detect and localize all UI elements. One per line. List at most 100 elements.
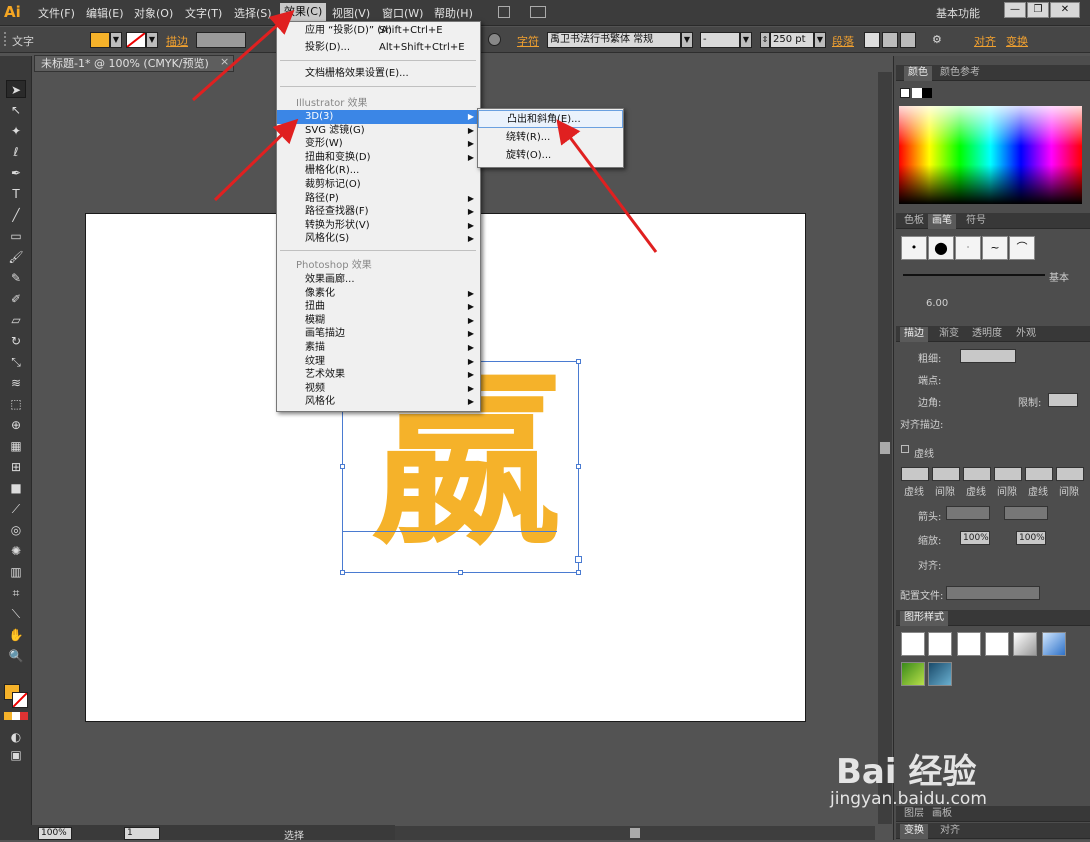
shape-builder-tool-icon[interactable]: ⊕ <box>6 416 26 434</box>
graphic-style-none[interactable] <box>928 632 952 656</box>
menu-revolve[interactable]: 绕转(R)... <box>478 129 623 147</box>
menu-effect-item[interactable]: 纹理 ▶ <box>277 355 480 369</box>
slice-tool-icon[interactable]: ⟍ <box>6 605 26 623</box>
menu-effect-item[interactable]: 扭曲和变换(D) ▶ <box>277 151 480 165</box>
menu-window[interactable]: 窗口(W) <box>382 5 423 21</box>
tab-gradient[interactable]: 渐变 <box>935 327 963 342</box>
menu-edit[interactable]: 编辑(E) <box>86 5 124 21</box>
gradient-tool-icon[interactable]: ■ <box>6 479 26 497</box>
tab-stroke[interactable]: 描边 <box>900 327 928 342</box>
font-size-input[interactable]: 250 pt <box>770 32 814 48</box>
scale-tool-icon[interactable]: ⤡ <box>6 353 26 371</box>
paragraph-link[interactable]: 段落 <box>832 33 854 49</box>
menu-raster-settings[interactable]: 文档栅格效果设置(E)... <box>277 67 480 81</box>
zoom-input[interactable]: 100% <box>38 827 72 840</box>
dash-field-1[interactable] <box>901 467 929 481</box>
tab-swatches[interactable]: 色板 <box>900 214 928 229</box>
align-center-icon[interactable] <box>882 32 898 48</box>
menu-effect-item[interactable]: 像素化 ▶ <box>277 287 480 301</box>
handle-bottom-left[interactable] <box>340 570 345 575</box>
font-style-dropdown[interactable]: ▼ <box>740 32 752 48</box>
stroke-weight-input[interactable] <box>196 32 246 48</box>
profile-dropdown[interactable] <box>946 586 1040 600</box>
brush-basic-line[interactable] <box>903 274 1045 276</box>
free-transform-tool-icon[interactable]: ⬚ <box>6 395 26 413</box>
menu-effect-item[interactable]: 效果画廊... <box>277 273 480 287</box>
eraser-tool-icon[interactable]: ▱ <box>6 311 26 329</box>
tab-graphic-styles[interactable]: 图形样式 <box>900 611 948 626</box>
workspace-switcher[interactable]: 基本功能 <box>936 5 980 21</box>
vertical-scroll-thumb[interactable] <box>880 442 890 454</box>
zoom-tool-icon[interactable]: 🔍 <box>6 647 26 665</box>
dash-field-3[interactable] <box>1025 467 1053 481</box>
menu-effect-item[interactable]: 扭曲 ▶ <box>277 300 480 314</box>
color-mode-icons[interactable] <box>4 712 28 720</box>
align-left-icon[interactable] <box>864 32 880 48</box>
color-black-icon[interactable] <box>922 88 932 98</box>
stroke-dropdown[interactable]: ▼ <box>146 32 158 48</box>
restore-button[interactable]: ❐ <box>1027 2 1049 18</box>
stroke-weight-field[interactable] <box>960 349 1016 363</box>
tab-align[interactable]: 对齐 <box>936 824 964 839</box>
direct-selection-tool-icon[interactable]: ↖ <box>6 101 26 119</box>
brush-large-dot[interactable]: ● <box>928 236 954 260</box>
perspective-grid-tool-icon[interactable]: ▦ <box>6 437 26 455</box>
menu-effect-item[interactable]: 变形(W) ▶ <box>277 137 480 151</box>
line-tool-icon[interactable]: ╱ <box>6 206 26 224</box>
menu-effect-item[interactable]: 3D(3) ▶ <box>277 110 480 124</box>
tab-appearance[interactable]: 外观 <box>1012 327 1040 342</box>
paintbrush-tool-icon[interactable]: 🖌 <box>6 248 26 266</box>
tab-close-icon[interactable]: × <box>220 55 229 68</box>
menu-last-effect[interactable]: 投影(D)... Alt+Shift+Ctrl+E <box>277 41 480 55</box>
tab-layers[interactable]: 图层 <box>900 807 928 822</box>
tab-transparency[interactable]: 透明度 <box>968 327 1006 342</box>
stroke-swatch[interactable] <box>126 32 146 48</box>
brush-tiny-dot[interactable]: · <box>955 236 981 260</box>
color-white-icon[interactable] <box>912 88 922 98</box>
handle-top-right[interactable] <box>576 359 581 364</box>
menu-effect-item[interactable]: 风格化(S) ▶ <box>277 232 480 246</box>
graphic-style-gradient[interactable] <box>1013 632 1037 656</box>
rectangle-tool-icon[interactable]: ▭ <box>6 227 26 245</box>
graphic-style-teal[interactable] <box>928 662 952 686</box>
menu-rotate[interactable]: 旋转(O)... <box>478 147 623 165</box>
lasso-tool-icon[interactable]: ℓ <box>6 143 26 161</box>
menu-effect-item[interactable]: 模糊 ▶ <box>277 314 480 328</box>
arrowhead-end-dropdown[interactable] <box>1004 506 1048 520</box>
pencil-tool-icon[interactable]: ✎ <box>6 269 26 287</box>
character-link[interactable]: 字符 <box>517 33 539 49</box>
menu-file[interactable]: 文件(F) <box>38 5 75 21</box>
font-style-input[interactable]: - <box>700 32 740 48</box>
close-button[interactable]: ✕ <box>1050 2 1080 18</box>
tab-brushes[interactable]: 画笔 <box>928 214 956 229</box>
brush-small-dot[interactable]: • <box>901 236 927 260</box>
menu-effect-item[interactable]: SVG 滤镜(G) ▶ <box>277 124 480 138</box>
menu-effect-item[interactable]: 裁剪标记(O) <box>277 178 480 192</box>
tab-color-guide[interactable]: 颜色参考 <box>936 66 984 81</box>
menu-effect-item[interactable]: 素描 ▶ <box>277 341 480 355</box>
mesh-tool-icon[interactable]: ⊞ <box>6 458 26 476</box>
color-fill-icon[interactable] <box>900 88 910 98</box>
drawing-mode-icon[interactable]: ◐ <box>6 728 26 746</box>
menu-effect-item[interactable]: 路径(P) ▶ <box>277 192 480 206</box>
menu-extrude-bevel[interactable]: 凸出和斜角(E)... <box>478 110 623 128</box>
font-size-stepper[interactable]: ⇕ <box>760 32 770 48</box>
tab-transform[interactable]: 变换 <box>900 824 928 839</box>
menu-effect-item[interactable]: 画笔描边 ▶ <box>277 327 480 341</box>
align-right-icon[interactable] <box>900 32 916 48</box>
handle-right[interactable] <box>576 464 581 469</box>
handle-bottom-right[interactable] <box>576 570 581 575</box>
menu-effect-item[interactable]: 栅格化(R)... <box>277 164 480 178</box>
transform-link[interactable]: 变换 <box>1006 33 1028 49</box>
blend-tool-icon[interactable]: ◎ <box>6 521 26 539</box>
menu-effect[interactable]: 效果(C) <box>280 3 327 21</box>
artboard-tool-icon[interactable]: ⌗ <box>6 584 26 602</box>
handle-text-overflow[interactable] <box>575 556 582 563</box>
tab-artboards[interactable]: 画板 <box>928 807 956 822</box>
gap-field-2[interactable] <box>994 467 1022 481</box>
scale-field-1[interactable]: 100% <box>960 531 990 545</box>
fill-dropdown[interactable]: ▼ <box>110 32 122 48</box>
menu-type[interactable]: 文字(T) <box>185 5 222 21</box>
warp-tool-icon[interactable]: ≋ <box>6 374 26 392</box>
artboard-number-input[interactable]: 1 <box>124 827 160 840</box>
